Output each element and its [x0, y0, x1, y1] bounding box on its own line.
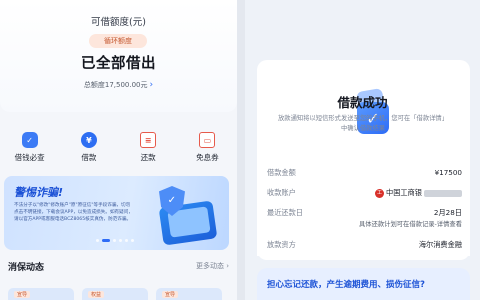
carousel-dot — [119, 239, 122, 242]
yuan-coin-icon: ¥ — [80, 132, 97, 148]
quick-actions: ✓ 借钱必查 ¥ 借款 ≡ 还款 ▭ 免息券 — [0, 132, 237, 168]
checkmark-icon: ✓ — [167, 195, 176, 206]
success-title: 借款成功 — [337, 95, 388, 110]
quick-action-check[interactable]: ✓ 借钱必查 — [5, 132, 55, 168]
detail-value: ¥17500 — [434, 168, 462, 177]
news-card[interactable]: 宣导 — [156, 288, 222, 300]
detail-label: 最近还款日 — [267, 208, 303, 217]
news-header: 消保动态 更多动态 › — [8, 260, 229, 273]
repay-plan-note[interactable]: 具体还款计划可在借款记录-详情查看 — [359, 219, 462, 228]
detail-label: 借款金额 — [267, 168, 296, 177]
bank-logo-icon: 工 — [375, 188, 385, 198]
news-tag: 权益 — [88, 291, 105, 298]
news-tag: 宣导 — [162, 291, 179, 298]
detail-label: 放款资方 — [267, 240, 296, 249]
carousel-dot — [96, 239, 99, 242]
quick-action-coupon[interactable]: ▭ 免息券 — [182, 132, 232, 168]
quick-action-label: 借款 — [81, 153, 97, 162]
loan-home-panel: 可借额度(元) 循环额度 已全部借出 总额度17,500.00元 › ✓ 借钱必查… — [0, 0, 237, 300]
detail-label: 收款账户 — [267, 188, 296, 197]
carousel-dot — [113, 239, 116, 242]
more-news-link[interactable]: 更多动态 › — [196, 261, 229, 271]
detail-value: 海尔消费金融 — [418, 240, 462, 249]
repay-reminder-text: 担心忘记还款，产生逾期费用、损伤征信? — [267, 280, 425, 290]
quick-action-label: 免息券 — [196, 153, 219, 162]
carousel-dot — [131, 239, 134, 242]
news-card[interactable]: 权益 — [82, 288, 148, 300]
carousel-dot — [125, 239, 128, 242]
coupon-icon: ▭ — [199, 132, 216, 148]
quick-action-label: 借钱必查 — [14, 153, 45, 162]
news-tag: 宣导 — [14, 291, 31, 298]
news-card-list: 宣导 权益 宣导 — [8, 288, 222, 300]
bank-name: 中国工商银 — [386, 188, 422, 197]
cycle-limit-badge: 循环额度 — [89, 34, 147, 48]
carousel-dot-active — [102, 239, 110, 242]
available-limit-label: 可借额度(元) — [91, 17, 146, 28]
chevron-right-icon: › — [149, 80, 154, 90]
loan-detail-list: 借款金额 ¥17500 收款账户 工中国工商银 最近还款日 2月28日 具体还款… — [257, 158, 470, 256]
banner-title: 警惕诈骗! — [14, 186, 64, 199]
anti-fraud-banner[interactable]: 警惕诈骗! 不法分子以"修改"修改账户"原"原征信"等手段诈骗，切勿点击不明链接… — [4, 176, 229, 250]
loan-success-panel: ✓ 借款成功 放款通知将以短信形式发送至您的手机，您可在「借款详情」中确认借款结… — [245, 0, 480, 300]
limit-status: 已全部借出 — [81, 56, 156, 72]
banner-text: 不法分子以"修改"修改账户"原"原征信"等手段诈骗，切勿点击不明链接，下载会议A… — [14, 203, 133, 222]
repay-bill-icon: ≡ — [140, 132, 157, 148]
quick-action-label: 还款 — [140, 153, 156, 162]
repay-reminder-card[interactable]: 担心忘记还款，产生逾期费用、损伤征信? — [257, 268, 470, 300]
total-limit-link[interactable]: 总额度17,500.00元 › — [0, 80, 237, 90]
success-description: 放款通知将以短信形式发送至您的手机，您可在「借款详情」中确认借款结果 — [277, 115, 448, 132]
shield-check-icon: ✓ — [21, 132, 38, 148]
news-card[interactable]: 宣导 — [8, 288, 74, 300]
total-limit-text: 总额度17,500.00元 — [83, 81, 148, 89]
quick-action-borrow[interactable]: ¥ 借款 — [64, 132, 114, 168]
quick-action-repay[interactable]: ≡ 还款 — [123, 132, 173, 168]
detail-value-account: 工中国工商银 — [375, 188, 462, 198]
carousel-indicator — [96, 239, 134, 242]
detail-value: 2月28日 — [433, 208, 462, 217]
masked-account-number — [424, 189, 462, 197]
more-news-label: 更多动态 — [195, 262, 224, 270]
screen-divider — [237, 0, 245, 300]
credit-limit-card: 可借额度(元) 循环额度 已全部借出 总额度17,500.00元 › — [0, 0, 237, 112]
news-section-title: 消保动态 — [8, 263, 45, 273]
